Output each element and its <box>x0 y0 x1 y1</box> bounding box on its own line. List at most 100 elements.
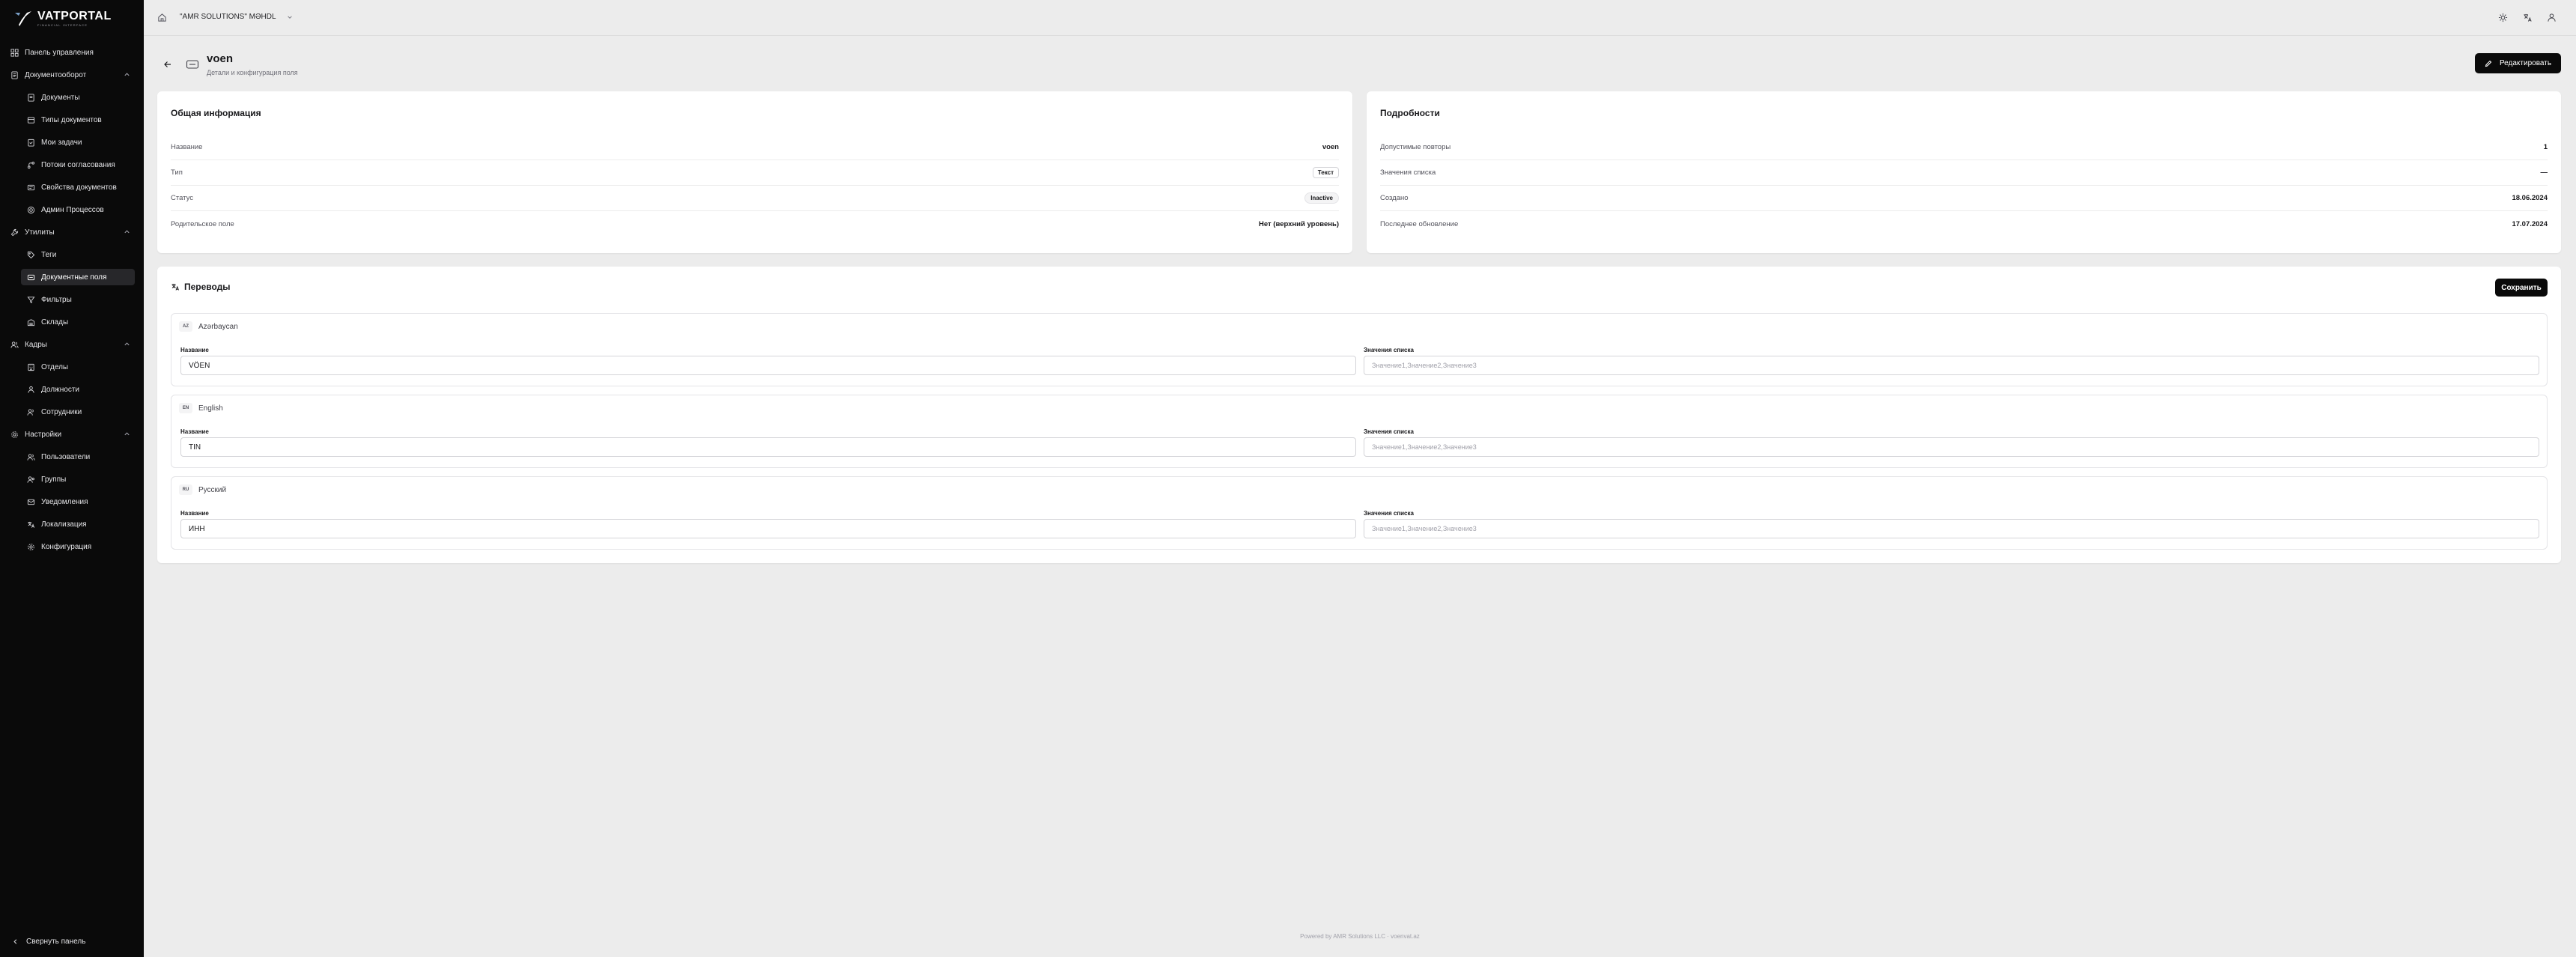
chevron-up-icon[interactable] <box>124 71 130 78</box>
topbar: "AMR SOLUTIONS" MƏHDL <box>144 0 2576 36</box>
edit-label: Редактировать <box>2499 59 2552 67</box>
sidebar-section-label: Кадры <box>25 340 47 349</box>
translations-title: Переводы <box>184 282 231 292</box>
chevron-down-icon <box>287 15 292 19</box>
collapse-sidebar-button[interactable]: Свернуть панель <box>12 938 85 946</box>
process-admin-icon <box>27 206 35 214</box>
sidebar-section-label: Настройки <box>25 430 62 439</box>
details-key: Значения списка <box>1380 168 1436 177</box>
building-icon <box>27 363 35 371</box>
sidebar-item-documents[interactable]: Документы <box>0 86 144 109</box>
details-card: Подробности Допустимые повторы 1 Значени… <box>1367 91 2561 253</box>
sidebar-item-workflows[interactable]: Потоки согласования <box>0 154 144 176</box>
info-value: Нет (верхний уровень) <box>1259 219 1339 228</box>
details-key: Создано <box>1380 194 1409 202</box>
page-subtitle: Детали и конфигурация поля <box>207 69 298 76</box>
details-row-list-values: Значения списка — <box>1380 160 2548 186</box>
sidebar-item-label: Потоки согласования <box>41 160 115 169</box>
sidebar-item-departments[interactable]: Отделы <box>0 356 144 378</box>
details-row-repeats: Допустимые повторы 1 <box>1380 135 2548 160</box>
name-label: Название <box>180 347 209 353</box>
language-name: English <box>198 404 223 413</box>
sidebar-item-label: Фильтры <box>41 295 72 304</box>
sidebar-item-document-types[interactable]: Типы документов <box>0 109 144 131</box>
sidebar-item-label: Сотрудники <box>41 407 82 416</box>
list-values-input[interactable]: Значение1,Значение2,Значение3 <box>1364 437 2539 457</box>
sidebar-item-label: Свойства документов <box>41 183 117 192</box>
name-label: Название <box>180 510 209 517</box>
sidebar-section-document-flow[interactable]: Документооборот <box>0 64 144 86</box>
warehouse-icon <box>27 318 35 326</box>
info-row-name: Название voen <box>171 135 1339 160</box>
collapse-label: Свернуть панель <box>26 938 86 946</box>
sidebar-item-label: Документные поля <box>41 273 107 282</box>
status-badge: Inactive <box>1304 192 1339 204</box>
card-title: Общая информация <box>171 108 261 118</box>
sidebar-item-users[interactable]: Пользователи <box>0 446 144 468</box>
edit-button[interactable]: Редактировать <box>2475 53 2561 73</box>
sidebar-item-dashboard[interactable]: Панель управления <box>0 41 144 64</box>
company-selector[interactable]: "AMR SOLUTIONS" MƏHDL <box>180 13 293 21</box>
language-switch-icon[interactable] <box>2523 13 2533 22</box>
sidebar: VATPORTAL FINANCIAL INTERFACE Панель упр… <box>0 0 144 957</box>
sidebar-item-label: Мои задачи <box>41 138 82 147</box>
info-key: Тип <box>171 168 183 177</box>
document-icon <box>27 93 35 102</box>
name-input[interactable]: TIN <box>180 437 1356 457</box>
sidebar-item-label: Локализация <box>41 520 87 529</box>
chevron-up-icon[interactable] <box>124 228 130 235</box>
list-values-input[interactable]: Значение1,Значение2,Значение3 <box>1364 356 2539 375</box>
list-values-label: Значения списка <box>1364 347 1414 353</box>
list-values-label: Значения списка <box>1364 428 1414 435</box>
sidebar-item-label: Панель управления <box>25 48 94 57</box>
info-key: Статус <box>171 194 194 202</box>
type-badge: Текст <box>1312 167 1339 178</box>
sidebar-item-employees[interactable]: Сотрудники <box>0 401 144 423</box>
translation-row-ru: RU Русский Название ИНН Значения списка … <box>171 476 2548 550</box>
sidebar-item-document-properties[interactable]: Свойства документов <box>0 176 144 198</box>
info-key: Название <box>171 143 203 151</box>
details-row-updated: Последнее обновление 17.07.2024 <box>1380 211 2548 237</box>
back-arrow-icon[interactable] <box>163 60 172 69</box>
sidebar-item-document-fields[interactable]: Документные поля <box>0 266 144 288</box>
list-values-input[interactable]: Значение1,Значение2,Значение3 <box>1364 519 2539 538</box>
theme-toggle-icon[interactable] <box>2498 13 2508 22</box>
pencil-icon <box>2485 60 2492 67</box>
sidebar-section-utilities[interactable]: Утилиты <box>0 221 144 243</box>
sidebar-item-tags[interactable]: Теги <box>0 243 144 266</box>
sidebar-item-configuration[interactable]: Конфигурация <box>0 535 144 558</box>
sidebar-section-label: Утилиты <box>25 228 55 237</box>
chevron-up-icon[interactable] <box>124 341 130 347</box>
user-profile-icon[interactable] <box>2547 13 2557 22</box>
sidebar-item-notifications[interactable]: Уведомления <box>0 490 144 513</box>
name-input[interactable]: ИНН <box>180 519 1356 538</box>
document-types-icon <box>27 116 35 124</box>
save-button[interactable]: Сохранить <box>2495 279 2548 297</box>
sidebar-item-label: Отделы <box>41 362 69 371</box>
details-key: Допустимые повторы <box>1380 143 1451 151</box>
language-code-badge: AZ <box>179 321 192 332</box>
language-icon <box>171 284 179 291</box>
language-icon <box>27 520 35 529</box>
sidebar-item-localization[interactable]: Локализация <box>0 513 144 535</box>
name-input[interactable]: VÖEN <box>180 356 1356 375</box>
sidebar-section-settings[interactable]: Настройки <box>0 423 144 446</box>
sidebar-section-hr[interactable]: Кадры <box>0 333 144 356</box>
home-icon[interactable] <box>157 13 167 22</box>
sidebar-item-warehouses[interactable]: Склады <box>0 311 144 333</box>
people-icon <box>10 341 19 349</box>
translation-row-en: EN English Название TIN Значения списка … <box>171 395 2548 468</box>
sidebar-item-filters[interactable]: Фильтры <box>0 288 144 311</box>
page-title: voen <box>207 52 234 65</box>
details-value: — <box>2540 168 2548 177</box>
sidebar-item-positions[interactable]: Должности <box>0 378 144 401</box>
sidebar-item-label: Группы <box>41 475 67 484</box>
sidebar-item-my-tasks[interactable]: Мои задачи <box>0 131 144 154</box>
brand-logo[interactable]: VATPORTAL FINANCIAL INTERFACE <box>12 7 112 30</box>
chevron-up-icon[interactable] <box>124 431 130 437</box>
sidebar-item-process-admin[interactable]: Админ Процессов <box>0 198 144 221</box>
sidebar-item-groups[interactable]: Группы <box>0 468 144 490</box>
notification-icon <box>27 498 35 506</box>
tag-icon <box>27 251 35 259</box>
filter-icon <box>27 296 35 304</box>
